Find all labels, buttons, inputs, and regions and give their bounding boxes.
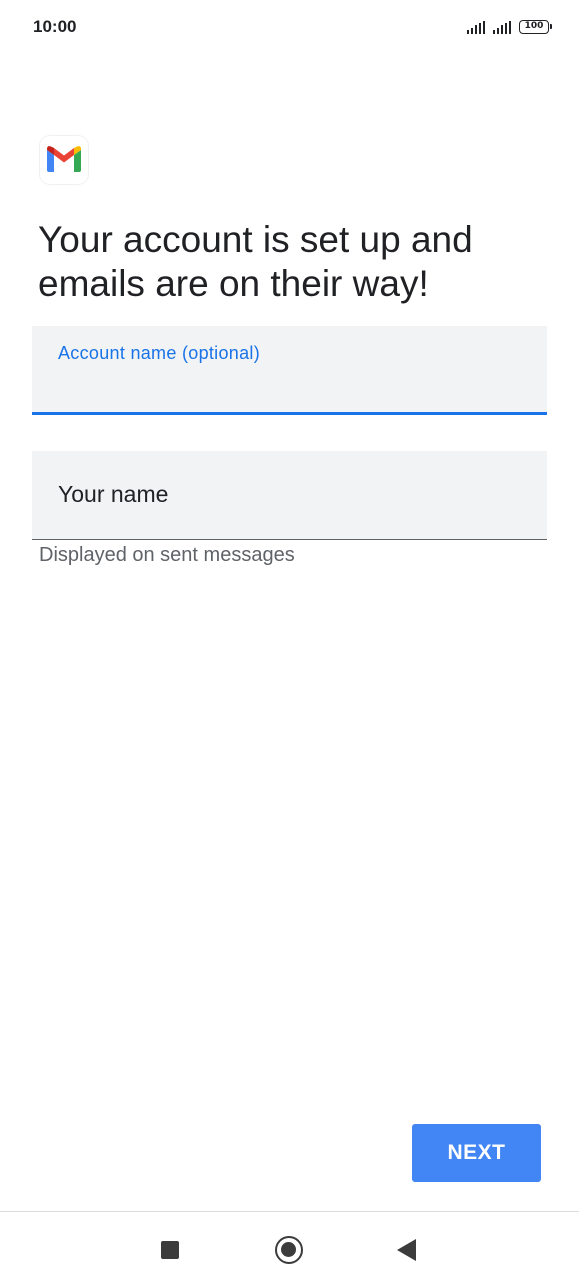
circle-home-icon[interactable]: [275, 1236, 303, 1264]
account-name-input[interactable]: [58, 370, 518, 402]
account-name-field[interactable]: Account name (optional): [32, 326, 547, 415]
square-recents-icon[interactable]: [161, 1241, 179, 1259]
next-button[interactable]: NEXT: [412, 1124, 541, 1182]
gmail-logo-icon: [40, 136, 88, 184]
your-name-input[interactable]: [58, 478, 518, 510]
signal-icon-2: [493, 21, 511, 34]
status-bar: 10:00 100: [0, 0, 579, 56]
triangle-back-icon[interactable]: [397, 1239, 416, 1261]
your-name-field[interactable]: [32, 451, 547, 540]
page-title: Your account is set up and emails are on…: [38, 219, 473, 304]
status-time: 10:00: [33, 17, 77, 36]
account-name-label: Account name (optional): [58, 343, 261, 363]
your-name-helper-text: Displayed on sent messages: [39, 544, 295, 566]
status-icons: 100: [467, 20, 552, 34]
navigation-bar: [0, 1212, 579, 1288]
battery-icon: 100: [519, 20, 552, 34]
signal-icon: [467, 21, 485, 34]
